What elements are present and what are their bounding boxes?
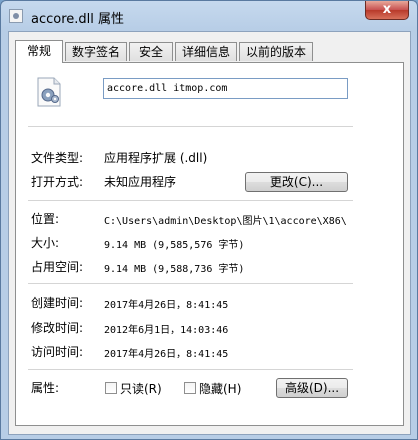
window-title: accore.dll 属性 <box>31 12 125 27</box>
dll-file-icon <box>9 9 23 23</box>
readonly-label[interactable]: 只读(R) <box>120 380 162 397</box>
general-tab-panel: accore.dll itmop.com 文件类型: 应用程序扩展 (.dll)… <box>15 62 404 426</box>
dialog-client: 常规 数字签名 安全 详细信息 以前的版本 accore.dll itmop.c… <box>8 31 411 435</box>
hidden-checkbox[interactable] <box>184 382 196 394</box>
accessed-value: 2017年4月26日，8:41:45 <box>104 349 229 360</box>
file-name-input[interactable]: accore.dll itmop.com <box>103 78 348 99</box>
file-type-value: 应用程序扩展 (.dll) <box>104 151 208 165</box>
tab-previous-versions[interactable]: 以前的版本 <box>239 42 313 61</box>
size-on-disk-label: 占用空间: <box>31 260 84 274</box>
location-value: C:\Users\admin\Desktop\图片\1\accore\X86\ <box>104 216 347 227</box>
dll-gear-file-icon <box>37 77 61 107</box>
size-label: 大小: <box>31 236 60 250</box>
divider <box>28 200 353 201</box>
opens-with-label: 打开方式: <box>31 175 84 189</box>
created-label: 创建时间: <box>31 296 84 310</box>
divider <box>28 369 353 370</box>
file-type-label: 文件类型: <box>31 151 84 165</box>
advanced-button[interactable]: 高级(D)... <box>276 378 348 398</box>
tab-general[interactable]: 常规 <box>15 40 63 63</box>
modified-label: 修改时间: <box>31 321 84 335</box>
tab-digital-signatures[interactable]: 数字签名 <box>65 42 127 61</box>
attributes-label: 属性: <box>31 381 60 395</box>
size-value: 9.14 MB (9,585,576 字节) <box>104 240 245 251</box>
title-bar[interactable]: accore.dll 属性 x <box>1 1 417 31</box>
created-value: 2017年4月26日，8:41:45 <box>104 300 229 311</box>
modified-value: 2012年6月1日，14:03:46 <box>104 325 229 336</box>
hidden-label[interactable]: 隐藏(H) <box>199 380 241 397</box>
change-button[interactable]: 更改(C)... <box>245 172 348 192</box>
properties-window: accore.dll 属性 x 常规 数字签名 安全 详细信息 以前的版本 ac… <box>0 0 418 440</box>
opens-with-value: 未知应用程序 <box>104 175 177 189</box>
close-button[interactable]: x <box>365 1 409 20</box>
accessed-label: 访问时间: <box>31 345 84 359</box>
divider <box>28 126 353 127</box>
size-on-disk-value: 9.14 MB (9,588,736 字节) <box>104 264 245 275</box>
tab-details[interactable]: 详细信息 <box>175 42 237 61</box>
divider <box>28 283 353 284</box>
readonly-checkbox[interactable] <box>105 382 117 394</box>
tab-security[interactable]: 安全 <box>129 42 173 61</box>
location-label: 位置: <box>31 212 60 226</box>
